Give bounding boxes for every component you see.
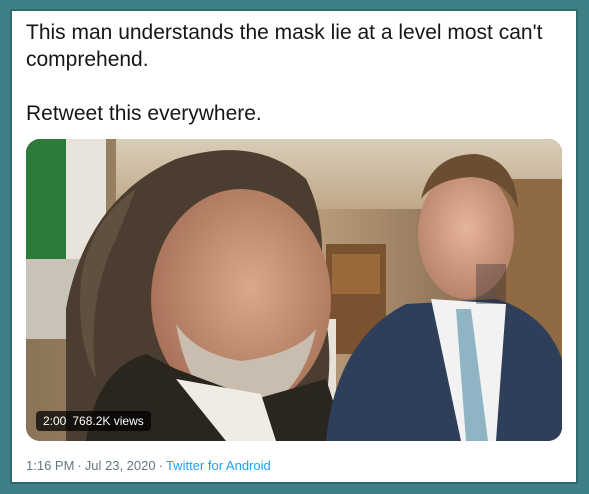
tweet-text: This man understands the mask lie at a l…: [26, 21, 543, 125]
video-thumbnail: [26, 139, 562, 441]
tweet-time[interactable]: 1:16 PM: [26, 458, 74, 473]
video-stats-badge: 2:00 768.2K views: [36, 411, 151, 431]
separator-dot: ·: [77, 458, 82, 473]
tweet-source-link[interactable]: Twitter for Android: [166, 458, 271, 473]
separator-dot: ·: [158, 458, 163, 473]
tweet-metadata: 1:16 PM · Jul 23, 2020 · Twitter for Android: [26, 458, 271, 474]
video-duration: 2:00: [43, 414, 67, 428]
video-player[interactable]: 2:00 768.2K views: [26, 139, 562, 441]
tweet-date[interactable]: Jul 23, 2020: [85, 458, 156, 473]
screenshot-frame: This man understands the mask lie at a l…: [0, 0, 589, 494]
video-views: 768.2K views: [72, 414, 144, 428]
tweet-card: This man understands the mask lie at a l…: [10, 9, 578, 484]
